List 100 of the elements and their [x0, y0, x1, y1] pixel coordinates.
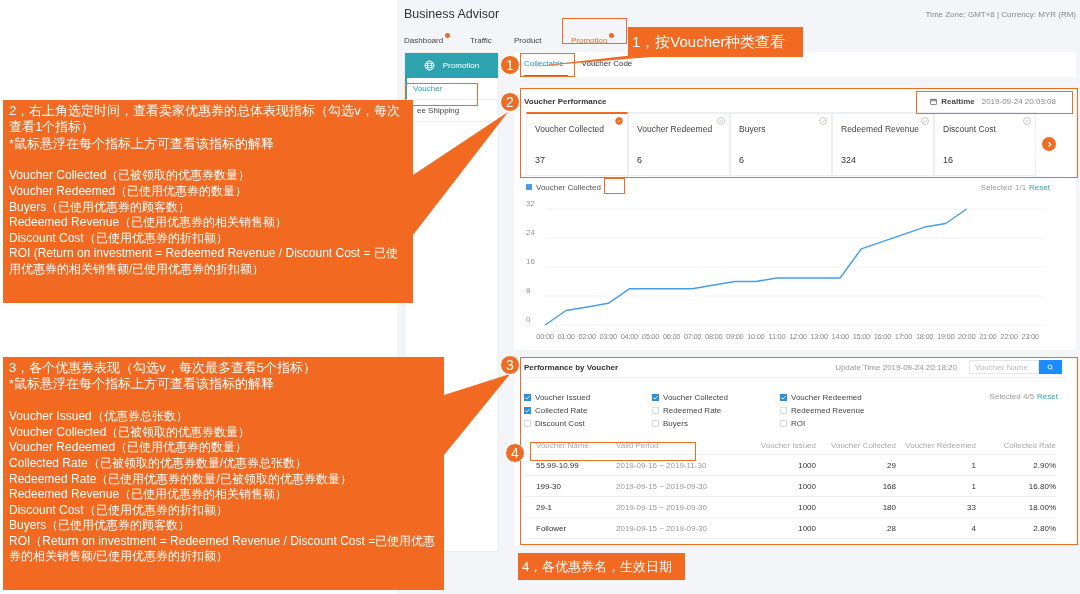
callout-text: 4，各优惠券名，生效日期 — [522, 557, 673, 576]
table-cell-text: 18.00% — [1027, 502, 1056, 512]
legend-label: Voucher Collected — [536, 182, 601, 192]
metric-label: Voucher Redeemed — [637, 124, 714, 134]
axis-label: 16 — [526, 257, 535, 266]
column-header: Voucher Collected — [830, 440, 896, 450]
checkbox[interactable] — [524, 406, 531, 414]
table-cell-text: 180 — [881, 502, 896, 512]
checkbox-label: Collected Rate — [535, 405, 588, 415]
calendar-icon — [930, 97, 938, 105]
table-cell-text: 1000 — [797, 502, 816, 512]
metric-label: Voucher Collected — [535, 124, 605, 134]
timestamp: 2019-09-24 20:03:08 — [981, 96, 1056, 106]
table-cell-text: 2.90% — [1032, 460, 1056, 470]
table-cell-text: 1 — [970, 481, 976, 491]
table-cell-text: 55.99-10.99 — [536, 460, 580, 470]
section-title: Voucher Performance — [524, 96, 607, 106]
table-cell-text: 168 — [881, 481, 896, 491]
table-cell-text: 2.80% — [1032, 523, 1056, 533]
table-cell-text: Follower — [536, 523, 568, 533]
callout-item: Voucher Collected（已被领取的优惠券数量） — [9, 168, 252, 184]
check-circle-icon[interactable] — [615, 117, 623, 125]
table-cell-text: 29 — [886, 460, 896, 470]
metric-card[interactable]: Buyers 6 — [730, 112, 832, 176]
callout-item: Voucher Collected（已被领取的优惠券数量） — [9, 424, 252, 441]
next-button[interactable] — [1042, 137, 1056, 151]
table-cell-text: 2019-09-15 ~ 2019-09-30 — [616, 481, 708, 491]
metric-card[interactable]: Discount Cost 16 — [934, 112, 1036, 176]
table-cell-text: 1 — [970, 460, 976, 470]
metric-label: Buyers — [739, 124, 767, 134]
section-title: Performance by Voucher — [524, 362, 620, 372]
callout-item: ROI (Return on investment = Redeemed Revenue / Discount Cost = 已使用优惠券的相关销售额/已使用优惠券的折扣额） — [9, 246, 399, 278]
callout-item: ROI（Return on investment = Redeemed Revenue / Discount Cost =已使用优惠券的相关销售额/已使用优惠券的折扣额） — [9, 533, 437, 566]
callout-heading: 2，右上角选定时间，查看卖家优惠券的总体表现指标（勾选v，每次查看1个指标） — [9, 103, 401, 136]
callout-item: Collected Rate（已被领取的优惠券数量/优惠券总张数） — [9, 455, 309, 472]
selected-count: Selected 4/5 — [989, 392, 1035, 403]
time-mode-label: Realtime — [941, 96, 975, 106]
axis-label: 32 — [526, 199, 535, 208]
checkbox-label: ROI — [791, 418, 806, 428]
check-circle-outline-icon[interactable] — [921, 117, 929, 125]
metric-card[interactable]: Redeemed Revenue 324 — [832, 112, 934, 176]
callout-item: Voucher Issued（优惠券总张数） — [9, 409, 189, 425]
checkbox[interactable] — [524, 393, 531, 401]
table-cell-text: 4 — [970, 523, 976, 533]
nav-tab[interactable]: Product — [514, 33, 549, 47]
search-button[interactable] — [1039, 360, 1062, 374]
check-circle-outline-icon[interactable] — [717, 117, 725, 125]
callout-text: 1，按Voucher种类查看 — [632, 32, 786, 52]
globe-icon — [423, 60, 435, 71]
metric-value: 37 — [535, 155, 546, 165]
highlight-frame — [520, 53, 575, 77]
legend-marker — [526, 184, 532, 190]
axis-label: 8 — [526, 286, 531, 295]
callout-item: Discount Cost（已使用优惠券的折扣额） — [9, 230, 229, 247]
column-header: Voucher Redeemed — [904, 440, 976, 450]
app-title: Business Advisor — [404, 7, 500, 21]
check-circle-outline-icon[interactable] — [819, 117, 827, 125]
table-cell-text: 33 — [966, 502, 976, 512]
table-cell-text: 1000 — [797, 481, 816, 491]
table-cell-text: 2019-09-15 ~ 2019-09-30 — [616, 502, 708, 512]
voucher-tab[interactable]: Voucher Code — [581, 52, 637, 77]
axis-label: 0 — [526, 315, 531, 324]
checkbox-label: Redeemed Revenue — [791, 405, 865, 415]
table-cell-text: 28 — [886, 523, 896, 533]
search-field[interactable]: Voucher Name — [969, 360, 1039, 374]
table-cell-text: 1000 — [797, 523, 816, 533]
selected-label: Selected — [980, 182, 1012, 192]
column-header: Voucher Name — [536, 440, 590, 450]
nav-tab[interactable]: Dashboard — [404, 33, 451, 47]
checkbox[interactable] — [652, 393, 659, 401]
table-cell-text: 2019-09-15 ~ 2019-09-30 — [616, 523, 708, 533]
selected-count: 1/1 — [1014, 182, 1027, 192]
axis-label: 24 — [526, 228, 535, 237]
metric-value: 16 — [943, 155, 954, 165]
callout-item: Buyers（已使用优惠券的顾客数） — [9, 518, 192, 534]
metric-value: 324 — [841, 155, 858, 165]
checkbox-label: Buyers — [663, 418, 688, 428]
search-icon — [1047, 363, 1054, 371]
callout-item: Buyers（已使用优惠券的顾客数） — [9, 199, 192, 216]
column-header: Voucher Issued — [759, 440, 816, 450]
table-cell-text: 16.80% — [1027, 481, 1056, 491]
table-cell-text: 2019-09-16 ~ 2019-11-30 — [616, 460, 708, 470]
metric-card[interactable]: Voucher Collected 37 — [526, 112, 628, 176]
check-circle-outline-icon[interactable] — [1023, 117, 1031, 125]
callout-item: Redeemed Revenue（已使用优惠券的相关销售额） — [9, 487, 289, 503]
checkbox-label: Discount Cost — [535, 418, 585, 428]
update-time: Update Time 2019-09-24 20:18:20 — [835, 362, 957, 372]
column-header: Valid Period — [616, 440, 660, 450]
metric-label: Redeemed Revenue — [841, 124, 920, 134]
metric-value: 6 — [739, 155, 745, 165]
callout-item: Redeemed Revenue（已使用优惠券的相关销售额） — [9, 215, 289, 231]
checkbox[interactable] — [780, 393, 787, 401]
metric-card[interactable]: Voucher Redeemed 6 — [628, 112, 730, 176]
checkbox-label: Voucher Redeemed — [791, 392, 862, 402]
checkbox-label: Redeemed Rate — [663, 405, 722, 415]
callout-item: Voucher Redeemed（已使用优惠券的数量） — [9, 440, 249, 456]
nav-tab[interactable]: Traffic — [470, 33, 499, 47]
metric-label: Discount Cost — [943, 124, 997, 134]
table-cell-text: 199-30 — [536, 481, 562, 491]
callout-note: *鼠标悬浮在每个指标上方可查看该指标的解释 — [9, 376, 276, 394]
